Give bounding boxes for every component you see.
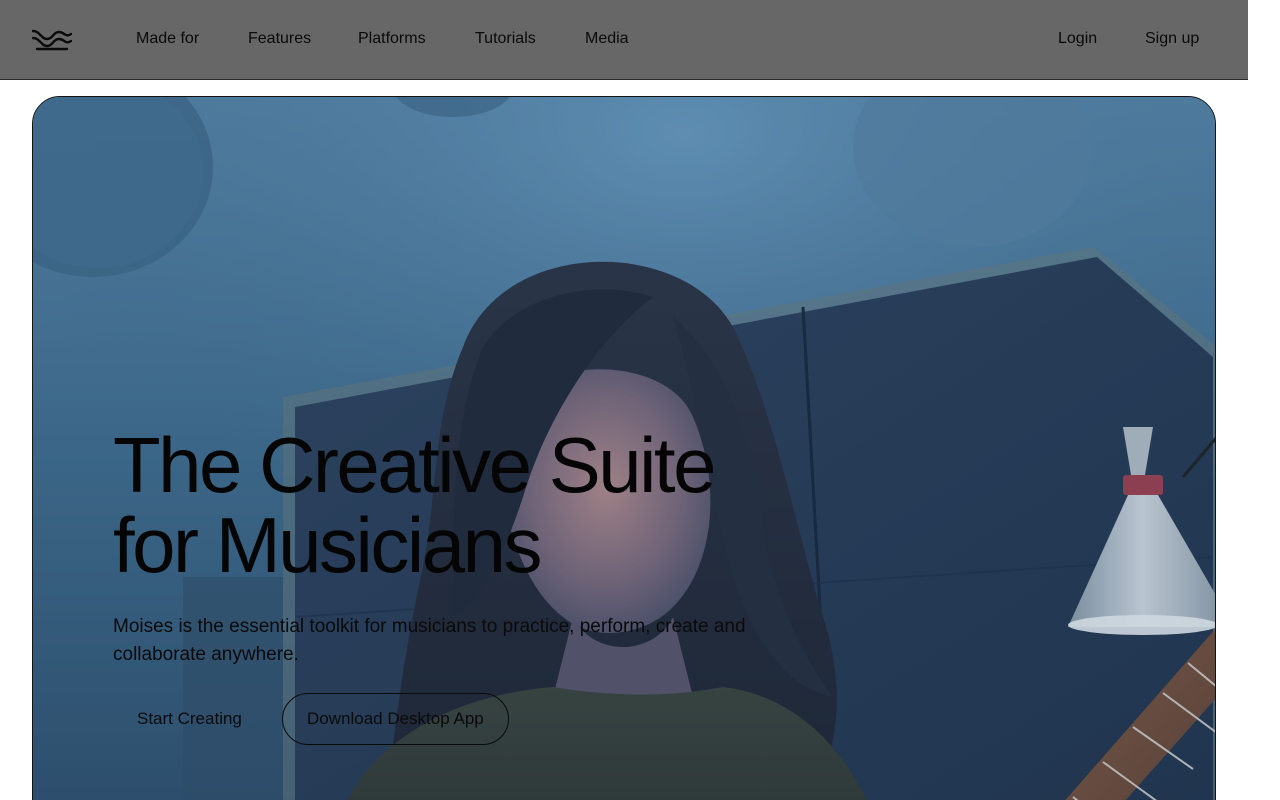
hero-headline-line-1: The Creative Suite [113, 421, 716, 509]
hero-section: The Creative Suite for Musicians Moises … [32, 96, 1216, 800]
login-link[interactable]: Login [1058, 29, 1097, 49]
nav-item-tutorials[interactable]: Tutorials [475, 29, 536, 49]
nav-item-media[interactable]: Media [585, 29, 629, 49]
start-creating-button[interactable]: Start Creating [113, 693, 266, 745]
page-edge [1248, 0, 1280, 800]
nav-item-features[interactable]: Features [248, 29, 311, 49]
download-desktop-app-button[interactable]: Download Desktop App [282, 693, 509, 745]
hero-subtitle: Moises is the essential toolkit for musi… [113, 616, 746, 665]
nav-item-platforms[interactable]: Platforms [358, 29, 426, 49]
hero-headline: The Creative Suite for Musicians [113, 425, 873, 585]
hero-headline-line-2: for Musicians [113, 501, 542, 589]
page: Made for Features Platforms Tutorials Me… [0, 0, 1280, 800]
top-navigation-bar: Made for Features Platforms Tutorials Me… [0, 0, 1248, 80]
nav-item-made-for[interactable]: Made for [136, 29, 199, 49]
moises-logo-icon[interactable] [31, 28, 73, 52]
signup-link[interactable]: Sign up [1145, 29, 1199, 49]
